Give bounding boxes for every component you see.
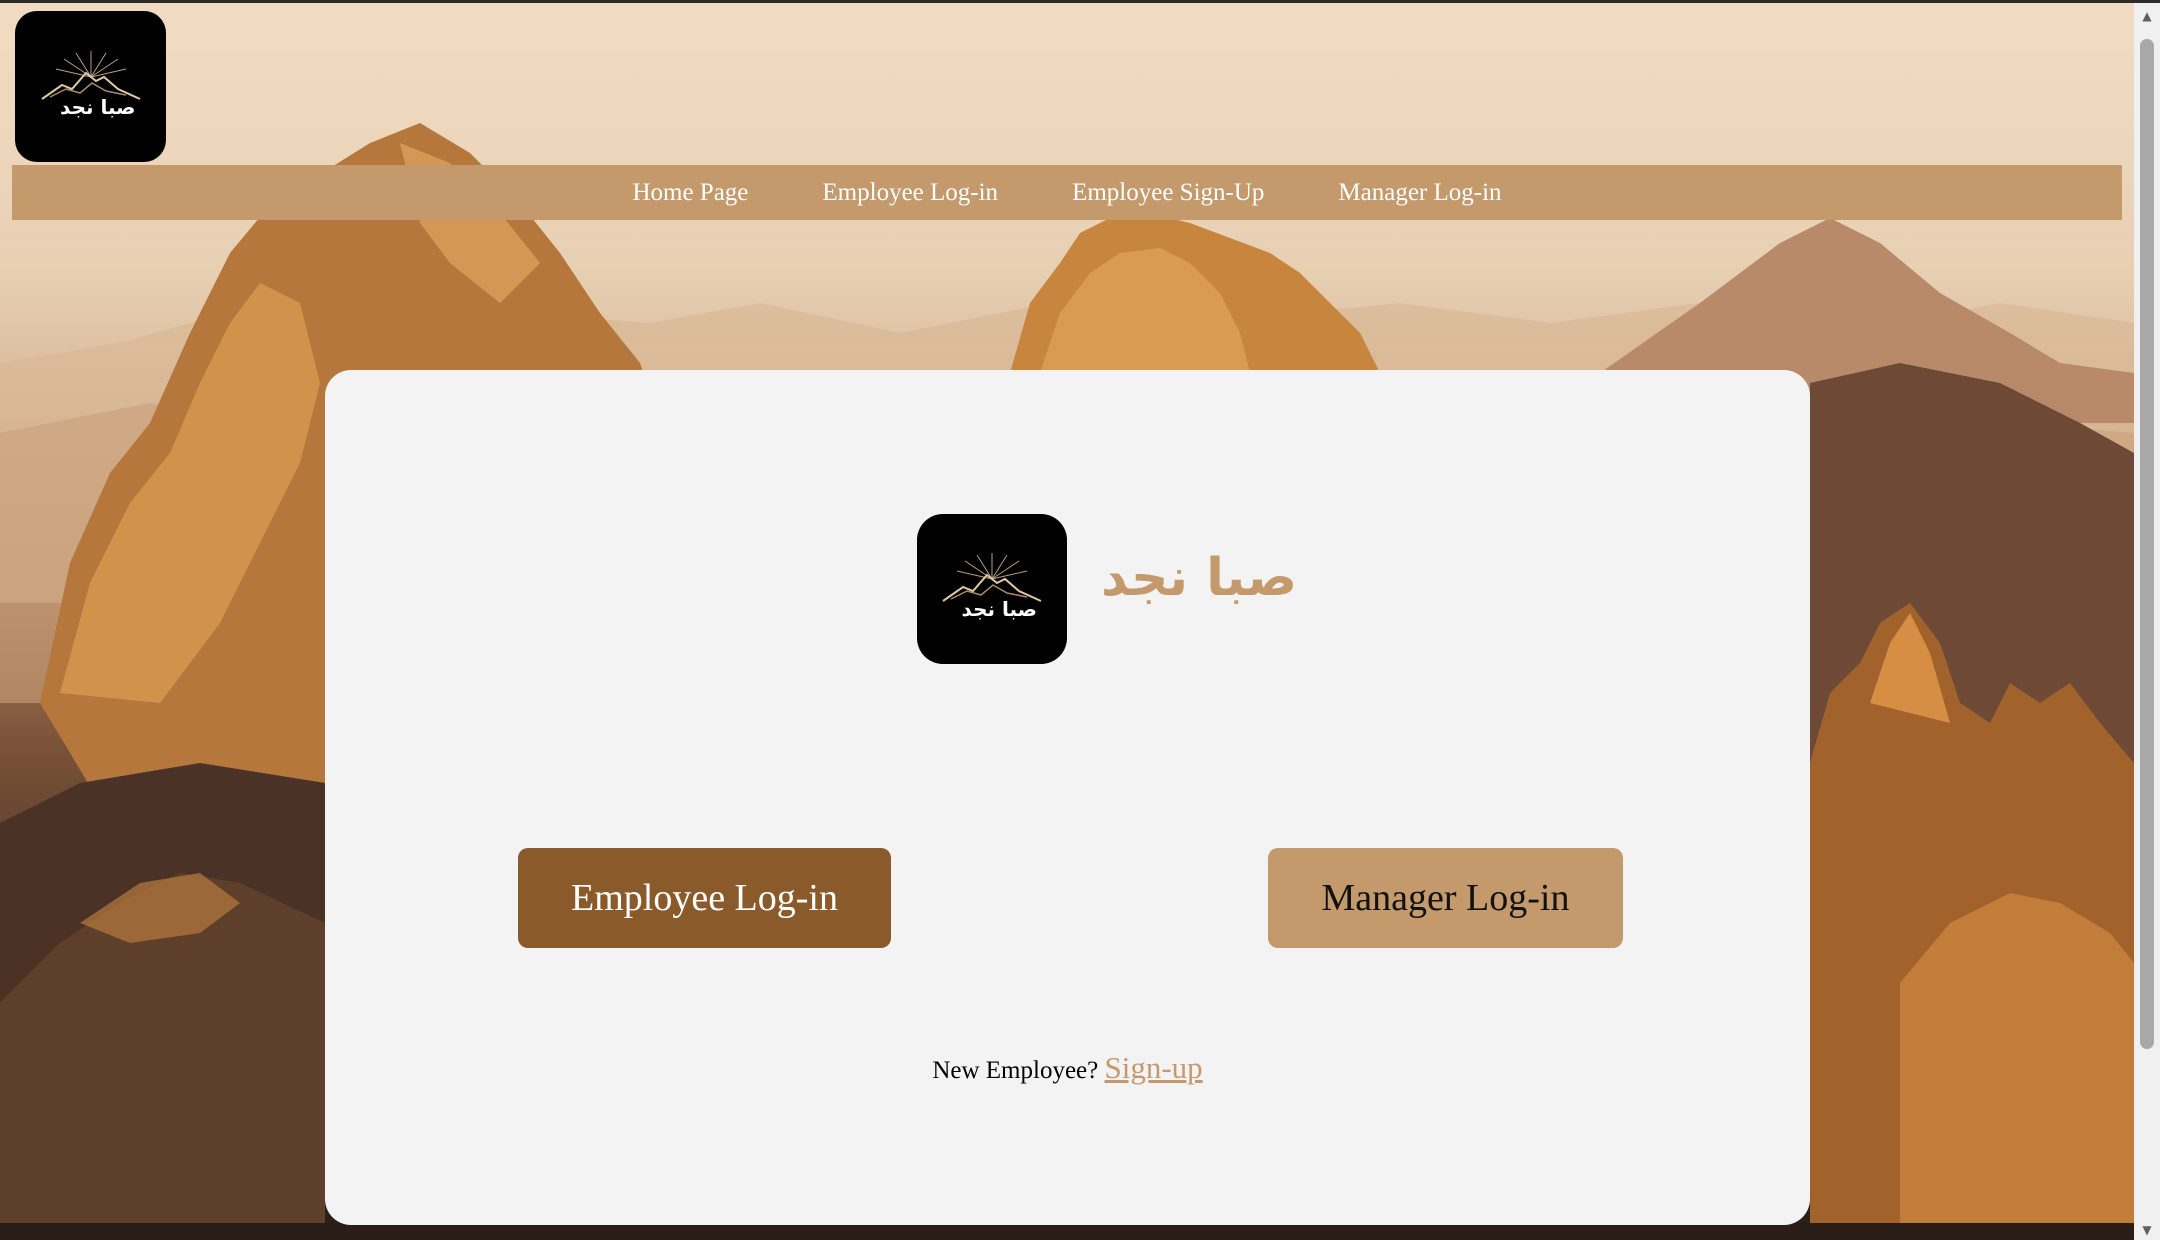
signup-prompt: New Employee? bbox=[932, 1057, 1099, 1084]
header-logo[interactable]: صبا نجد bbox=[15, 11, 166, 162]
vertical-scrollbar[interactable]: ▲ ▼ bbox=[2134, 3, 2160, 1240]
nav-manager-login[interactable]: Manager Log-in bbox=[1338, 179, 1501, 207]
signup-prompt-row: New Employee? Sign-up bbox=[325, 1050, 1810, 1086]
nav-home[interactable]: Home Page bbox=[632, 179, 748, 207]
logo-text: صبا نجد bbox=[961, 597, 1037, 621]
scroll-thumb[interactable] bbox=[2140, 39, 2154, 1049]
brand-logo: صبا نجد bbox=[917, 514, 1067, 664]
page: صبا نجد Home Page Employee Log-in Employ… bbox=[0, 0, 2160, 1240]
login-card: صبا نجد صبا نجد Employee Log-in Manager … bbox=[325, 370, 1810, 1225]
nav-employee-signup[interactable]: Employee Sign-Up bbox=[1072, 179, 1264, 207]
brand-name: صبا نجد bbox=[1101, 548, 1298, 608]
scroll-up-arrow-icon[interactable]: ▲ bbox=[2134, 3, 2160, 29]
nav-bar: Home Page Employee Log-in Employee Sign-… bbox=[12, 165, 2122, 220]
logo-text: صبا نجد bbox=[60, 94, 136, 119]
employee-login-button[interactable]: Employee Log-in bbox=[518, 848, 891, 948]
manager-login-button[interactable]: Manager Log-in bbox=[1268, 848, 1623, 948]
nav-employee-login[interactable]: Employee Log-in bbox=[822, 179, 998, 207]
brand-header: صبا نجد صبا نجد bbox=[917, 514, 1297, 664]
mountain-logo-icon: صبا نجد bbox=[36, 47, 146, 127]
signup-link[interactable]: Sign-up bbox=[1104, 1050, 1202, 1085]
mountain-logo-icon: صبا نجد bbox=[937, 549, 1047, 629]
scroll-down-arrow-icon[interactable]: ▼ bbox=[2134, 1217, 2160, 1240]
